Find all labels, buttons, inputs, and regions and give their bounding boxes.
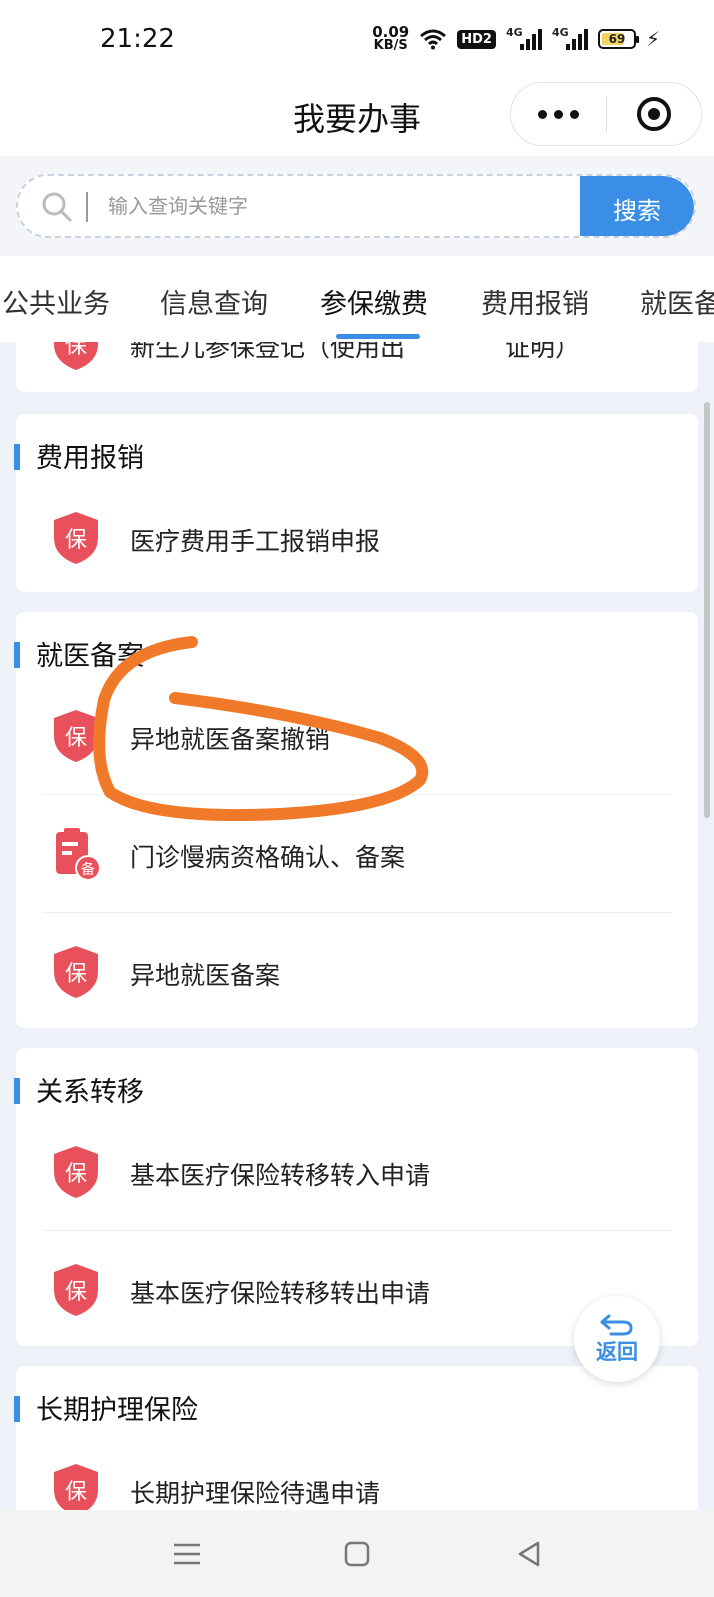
shield-icon: 保 <box>54 1464 98 1510</box>
partial-card: 保 新生儿参保登记（使用出 证明） <box>16 342 698 392</box>
shield-icon: 保 <box>54 710 98 762</box>
status-bar: 21:22 0.09 KB/S HD2 4G 4G 69 ⚡ <box>0 0 714 82</box>
shield-icon: 保 <box>54 946 98 998</box>
svg-text:保: 保 <box>65 1162 87 1187</box>
item-label: 基本医疗保险转移转出申请 <box>130 1279 431 1308</box>
more-dots-icon <box>537 109 547 119</box>
section-title: 就医备案 <box>36 641 144 672</box>
section-title: 长期护理保险 <box>36 1395 198 1426</box>
target-icon <box>636 97 671 131</box>
clipboard-icon: 备 <box>56 828 101 881</box>
tab-insurance-payment[interactable]: 参保缴费 <box>320 282 428 321</box>
back-button[interactable]: 返回 <box>574 1296 660 1382</box>
section-title: 费用报销 <box>36 443 144 474</box>
list-item[interactable]: 保 长期护理保险待遇申请 <box>16 1430 698 1510</box>
charging-icon: ⚡ <box>645 27 660 51</box>
section-long-term-care: 长期护理保险 保 长期护理保险待遇申请 <box>14 1366 698 1510</box>
section-accent-bar <box>14 444 20 470</box>
svg-text:保: 保 <box>65 528 87 553</box>
system-nav-bar <box>0 1510 714 1597</box>
tab-public-business[interactable]: 公共业务 <box>2 282 110 321</box>
list-item[interactable]: 备 门诊慢病资格确认、备案 <box>16 794 698 912</box>
home-icon[interactable] <box>340 1538 374 1570</box>
section-expense-reimbursement: 费用报销 保 医疗费用手工报销申报 <box>14 414 698 592</box>
return-arrow-icon <box>600 1314 633 1336</box>
more-options-button[interactable] <box>511 109 606 119</box>
item-label: 医疗费用手工报销申报 <box>130 527 381 556</box>
mini-program-capsule <box>510 82 702 146</box>
section-accent-bar <box>14 642 20 668</box>
svg-text:保: 保 <box>65 726 87 751</box>
text-caret <box>86 192 88 222</box>
search-input[interactable] <box>108 176 568 236</box>
item-label: 基本医疗保险转移转入申请 <box>130 1161 431 1190</box>
status-indicators: 0.09 KB/S HD2 4G 4G 69 ⚡ <box>372 23 660 53</box>
close-mini-program-button[interactable] <box>607 97 702 131</box>
section-medical-filing: 就医备案 保 异地就医备案撤销 备 门诊慢病资格确认、备案 保 异地就医备案 <box>14 612 698 1030</box>
item-label: 异地就医备案撤销 <box>130 725 331 754</box>
item-label: 长期护理保险待遇申请 <box>130 1479 381 1508</box>
shield-icon: 保 <box>54 1146 98 1198</box>
list-item[interactable]: 保 基本医疗保险转移转入申请 <box>16 1112 698 1230</box>
active-tab-indicator <box>336 334 420 339</box>
status-time: 21:22 <box>100 24 175 54</box>
tab-expense-reimbursement[interactable]: 费用报销 <box>481 282 589 321</box>
svg-text:保: 保 <box>65 1480 87 1505</box>
svg-text:保: 保 <box>65 1280 87 1305</box>
wifi-icon <box>420 29 447 50</box>
menu-icon[interactable] <box>170 1538 204 1570</box>
section-accent-bar <box>14 1078 20 1104</box>
svg-text:备: 备 <box>81 861 95 878</box>
item-label: 异地就医备案 <box>130 961 281 990</box>
search-area: 搜索 <box>0 156 714 256</box>
network-speed: 0.09 KB/S <box>372 23 410 53</box>
list-item[interactable]: 保 异地就医备案 <box>16 912 698 1030</box>
svg-text:保: 保 <box>65 342 87 359</box>
svg-text:保: 保 <box>65 962 87 987</box>
tab-medical-filing[interactable]: 就医备 <box>640 282 714 321</box>
signal-icon-2: 4G <box>552 26 588 50</box>
shield-icon: 保 <box>54 342 98 370</box>
back-label: 返回 <box>596 1340 638 1364</box>
category-tabs: 公共业务 信息查询 参保缴费 费用报销 就医备 <box>0 256 714 342</box>
signal-icon: 4G <box>506 26 542 50</box>
shield-icon: 保 <box>54 512 98 564</box>
search-icon <box>42 192 72 222</box>
battery-icon: 69 <box>597 29 639 49</box>
title-bar: 我要办事 <box>0 82 714 156</box>
item-label: 门诊慢病资格确认、备案 <box>130 843 406 872</box>
list-item[interactable]: 保 新生儿参保登记（使用出 证明） <box>16 342 698 402</box>
tab-info-query[interactable]: 信息查询 <box>160 282 268 321</box>
list-item[interactable]: 保 异地就医备案撤销 <box>16 676 698 794</box>
list-item[interactable]: 保 医疗费用手工报销申报 <box>16 478 698 596</box>
search-button[interactable]: 搜索 <box>580 176 694 236</box>
search-box: 搜索 <box>16 174 696 238</box>
section-accent-bar <box>14 1396 20 1422</box>
back-triangle-icon[interactable] <box>512 1538 546 1570</box>
hd-voice-badge: HD2 <box>457 29 496 49</box>
scrollbar[interactable] <box>704 402 710 818</box>
shield-icon: 保 <box>54 1264 98 1316</box>
item-label: 新生儿参保登记（使用出 证明） <box>130 342 581 362</box>
section-title: 关系转移 <box>36 1077 144 1108</box>
